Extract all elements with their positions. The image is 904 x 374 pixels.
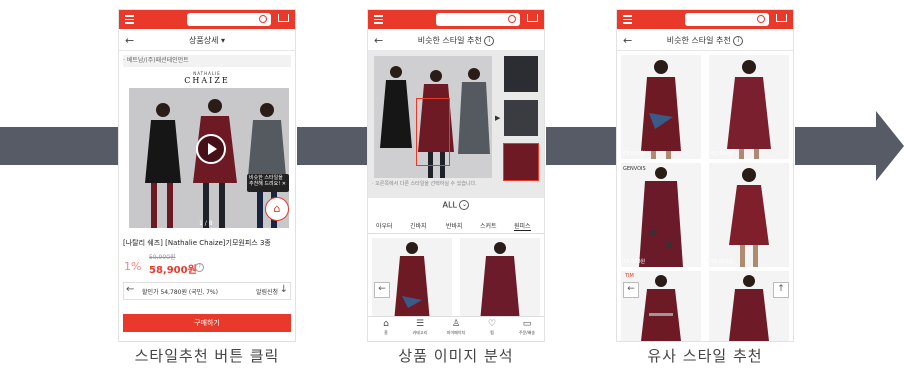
original-price: 59,900원	[149, 254, 176, 261]
all-filter[interactable]: ALL ⌄	[368, 200, 544, 210]
list-icon: ☰	[415, 319, 425, 329]
play-icon	[208, 143, 217, 155]
thumbnail-next-icon[interactable]: ▶	[495, 114, 500, 122]
truck-icon: ▭	[522, 319, 532, 329]
top-bar	[617, 10, 793, 29]
thumbnail-strip	[503, 56, 539, 184]
flow-arrow-3	[546, 127, 616, 165]
thumbnail-selected[interactable]	[503, 143, 539, 181]
buy-button[interactable]: 구매하기	[123, 314, 291, 332]
tab-outer[interactable]: 아우터	[376, 221, 393, 230]
scroll-left-button[interactable]: ←	[374, 282, 390, 298]
tab-long-pants[interactable]: 긴바지	[410, 221, 427, 230]
menu-icon[interactable]	[125, 15, 134, 24]
page-title: 비슷한 스타일 추천 i	[617, 35, 793, 46]
search-input[interactable]	[685, 13, 769, 26]
analysis-hint: · 오른쪽에서 다른 스타일을 선택하실 수 있습니다.	[372, 181, 477, 187]
chevron-down-icon: ⌄	[459, 200, 470, 210]
tab-shorts[interactable]: 반바지	[446, 221, 463, 230]
flow-arrow-4	[795, 127, 877, 165]
detection-box[interactable]	[416, 98, 450, 166]
flow-arrow-head	[876, 111, 904, 181]
card-discount-text: 할인가 54,780원 (국민, 7%)	[142, 289, 218, 296]
flow-arrow-2	[297, 127, 367, 165]
sale-price: 58,900원	[149, 265, 197, 276]
top-bar	[119, 10, 295, 29]
nav-row: ← 비슷한 스타일 추천 i	[368, 30, 544, 51]
scroll-left-button[interactable]: ←	[126, 284, 134, 295]
notify-button[interactable]: 알림신청	[256, 287, 278, 296]
style-recommend-button[interactable]: ⌂	[265, 197, 289, 221]
phone-image-analysis: ← 비슷한 스타일 추천 i ▶ · 오른쪽에서 다른 스타일을 선택하실 수 …	[367, 9, 545, 342]
price-tag: 55,000원	[623, 151, 646, 157]
nav-category[interactable]: ☰ 카테고리	[408, 319, 432, 336]
search-input[interactable]	[187, 13, 271, 26]
card-discount-row: ← 할인가 54,780원 (국민, 7%) 알림신청 ↓	[123, 282, 291, 300]
style-recommend-tooltip[interactable]: 비슷한 스타일을 추천해 드려요! ✕	[247, 174, 289, 192]
page-title[interactable]: 상품상세 ▾	[119, 35, 295, 46]
cart-icon[interactable]	[278, 14, 289, 22]
menu-icon[interactable]	[374, 15, 383, 24]
result-item[interactable]	[460, 238, 540, 322]
thumbnail[interactable]	[504, 56, 538, 92]
bottom-nav: ⌂ 홈 ☰ 카테고리 ♙ 마이페이지 ♡ 찜 ▭ 주문/배송	[368, 316, 544, 341]
caption-step-3: 유사 스타일 추천	[647, 347, 763, 365]
product-name: [나탈리 쉐즈] [Nathalie Chaize]기모원피스 3종	[123, 239, 271, 247]
cart-icon[interactable]	[776, 14, 787, 22]
discount-rate: 1%	[124, 260, 142, 273]
nav-wishlist[interactable]: ♡ 찜	[480, 319, 504, 336]
heart-icon: ♡	[487, 319, 497, 329]
result-item[interactable]	[709, 163, 789, 267]
tab-dress[interactable]: 원피스	[514, 221, 531, 231]
search-input[interactable]	[436, 13, 520, 26]
thumbnail[interactable]	[504, 100, 538, 136]
image-counter: 1 / 8	[199, 220, 213, 227]
category-tabs: 아우터 긴바지 반바지 스커트 원피스	[368, 217, 544, 234]
user-icon: ♙	[451, 319, 461, 329]
caption-step-1: 스타일추천 버튼 클릭	[134, 347, 280, 365]
caption-step-2: 상품 이미지 분석	[398, 347, 514, 365]
info-icon[interactable]: i	[733, 35, 744, 46]
scroll-top-button[interactable]: ↑	[773, 282, 789, 298]
search-icon[interactable]	[508, 15, 516, 23]
phone-similar-styles: ← 비슷한 스타일 추천 i 55,000원 42,900원 GENVOIS 4…	[616, 9, 794, 342]
price-tag: 55,000원	[711, 259, 734, 265]
search-icon[interactable]	[757, 15, 765, 23]
hanger-icon: ⌂	[273, 202, 281, 215]
nav-mypage[interactable]: ♙ 마이페이지	[444, 319, 468, 336]
play-button[interactable]	[196, 134, 226, 164]
nav-home[interactable]: ⌂ 홈	[374, 319, 398, 336]
tab-skirt[interactable]: 스커트	[480, 221, 497, 230]
result-item[interactable]	[621, 55, 701, 159]
brand-logo: NATHALIE CHAIZE	[184, 71, 230, 85]
scroll-down-button[interactable]: ↓	[280, 284, 288, 295]
scroll-left-button[interactable]: ←	[623, 282, 639, 298]
search-icon[interactable]	[259, 15, 267, 23]
brand-tag: GENVOIS	[623, 166, 646, 172]
price-tag: 43,000원	[623, 259, 646, 265]
result-item[interactable]	[621, 163, 701, 267]
breadcrumb[interactable]: · 베트남/(주)패션테인먼트	[123, 55, 291, 67]
result-item[interactable]	[372, 238, 452, 322]
brand-tag: TIM	[625, 273, 634, 279]
phone-product-detail: ← 상품상세 ▾ · 베트남/(주)패션테인먼트 NATHALIE CHAIZE…	[118, 9, 296, 342]
nav-orders[interactable]: ▭ 주문/배송	[514, 319, 540, 336]
flow-arrow-1	[0, 127, 118, 165]
price-tag: 42,900원	[711, 151, 734, 157]
page-title: 비슷한 스타일 추천 i	[368, 35, 544, 46]
home-icon: ⌂	[383, 319, 389, 329]
cart-icon[interactable]	[527, 14, 538, 22]
menu-icon[interactable]	[623, 15, 632, 24]
result-item[interactable]	[709, 55, 789, 159]
nav-row: ← 상품상세 ▾	[119, 30, 295, 51]
nav-row: ← 비슷한 스타일 추천 i	[617, 30, 793, 51]
top-bar	[368, 10, 544, 29]
price-info-icon[interactable]: ?	[195, 263, 204, 272]
info-icon[interactable]: i	[484, 35, 495, 46]
